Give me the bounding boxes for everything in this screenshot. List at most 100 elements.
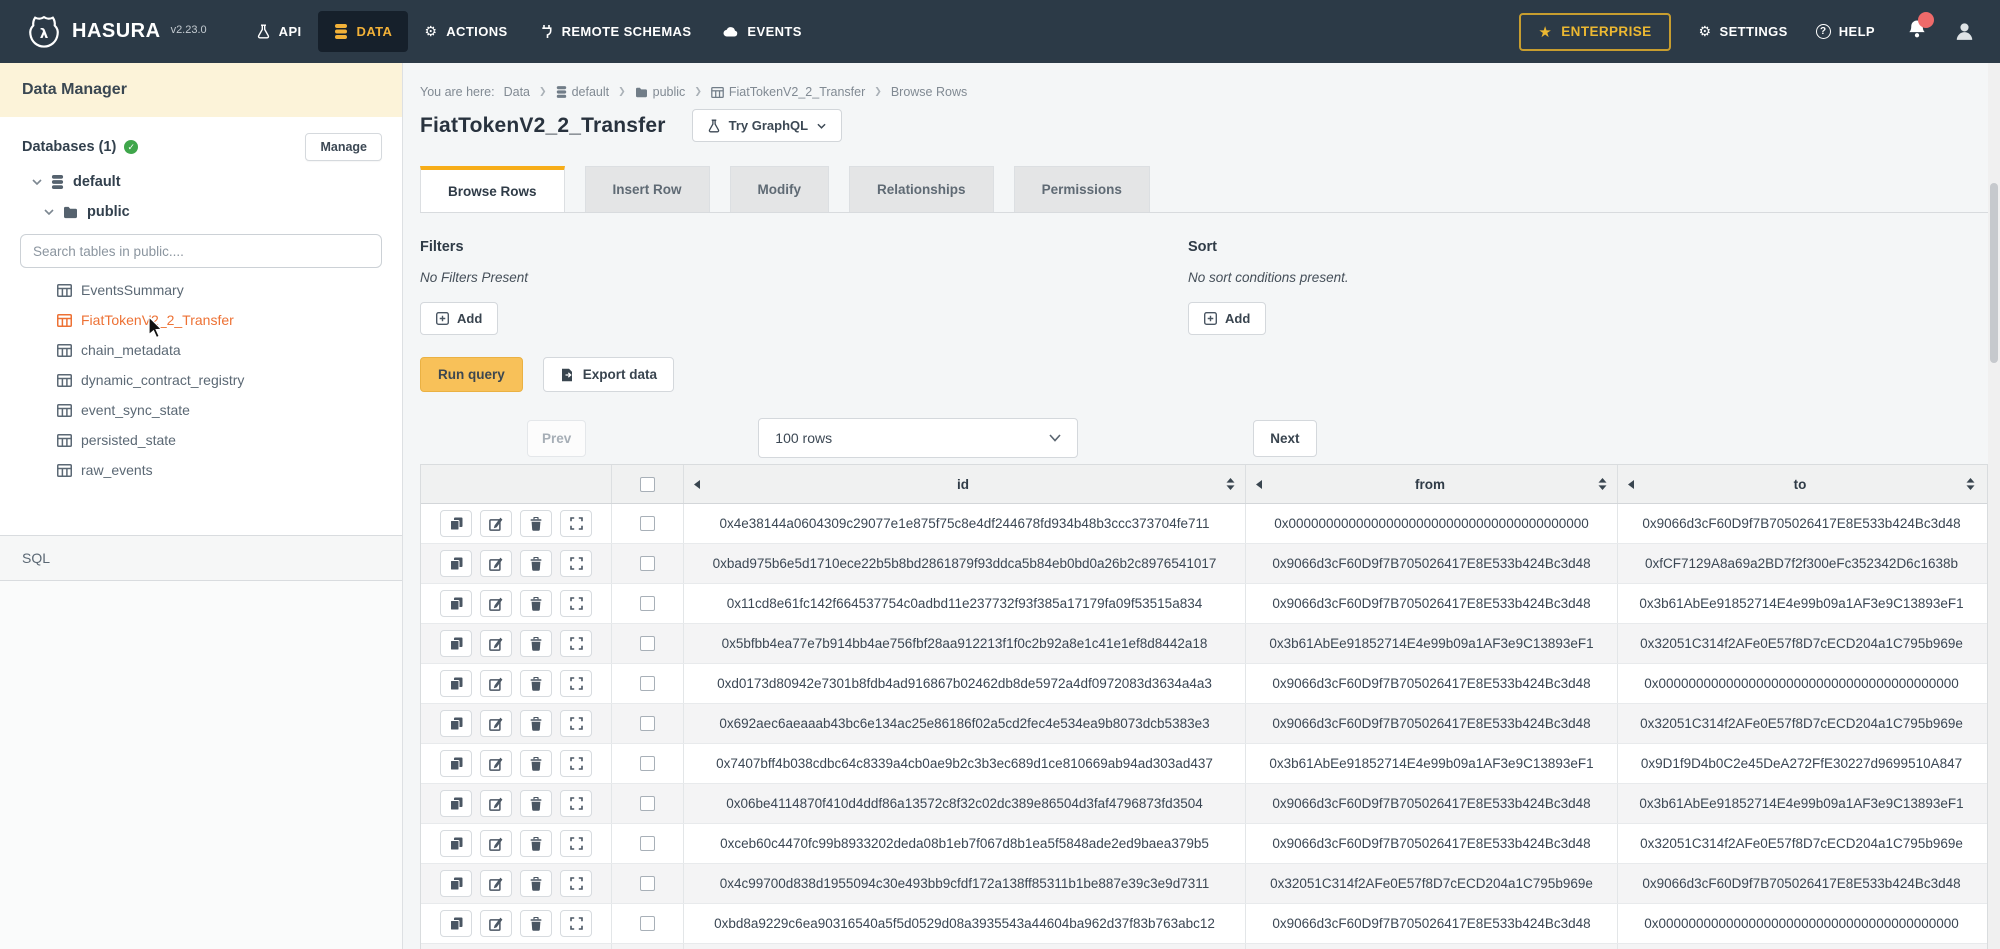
nav-item-api[interactable]: API	[241, 11, 318, 52]
row-checkbox[interactable]	[640, 676, 655, 691]
clone-row-button[interactable]	[440, 670, 472, 697]
delete-row-button[interactable]	[520, 670, 552, 697]
row-checkbox[interactable]	[640, 796, 655, 811]
breadcrumb-table[interactable]: FiatTokenV2_2_Transfer	[711, 85, 865, 99]
scrollbar-thumb[interactable]	[1990, 183, 1998, 363]
clone-row-button[interactable]	[440, 870, 472, 897]
edit-row-button[interactable]	[480, 710, 512, 737]
delete-row-button[interactable]	[520, 710, 552, 737]
expand-row-button[interactable]	[560, 910, 592, 937]
edit-row-button[interactable]	[480, 910, 512, 937]
sidebar-table-item[interactable]: FiatTokenV2_2_Transfer	[0, 305, 402, 335]
row-checkbox[interactable]	[640, 916, 655, 931]
next-page-button[interactable]: Next	[1253, 420, 1316, 457]
sidebar-table-item[interactable]: event_sync_state	[0, 395, 402, 425]
tab[interactable]: Modify	[730, 166, 830, 212]
add-sort-button[interactable]: Add	[1188, 302, 1266, 335]
chevron-down-icon[interactable]	[32, 179, 42, 185]
clone-row-button[interactable]	[440, 830, 472, 857]
edit-row-button[interactable]	[480, 790, 512, 817]
manage-button[interactable]: Manage	[305, 133, 382, 161]
edit-row-button[interactable]	[480, 670, 512, 697]
expand-row-button[interactable]	[560, 630, 592, 657]
sort-column-icon[interactable]	[1226, 478, 1235, 490]
clone-row-button[interactable]	[440, 710, 472, 737]
delete-row-button[interactable]	[520, 830, 552, 857]
tree-node-schema[interactable]: public	[0, 197, 402, 227]
tab[interactable]: Browse Rows	[420, 166, 565, 212]
sidebar-table-item[interactable]: dynamic_contract_registry	[0, 365, 402, 395]
edit-row-button[interactable]	[480, 750, 512, 777]
delete-row-button[interactable]	[520, 870, 552, 897]
settings-button[interactable]: ⚙ SETTINGS	[1699, 24, 1788, 39]
row-checkbox[interactable]	[640, 876, 655, 891]
edit-row-button[interactable]	[480, 830, 512, 857]
clone-row-button[interactable]	[440, 790, 472, 817]
notifications-button[interactable]	[1907, 19, 1927, 44]
export-data-button[interactable]: Export data	[543, 357, 674, 392]
breadcrumb-data[interactable]: Data	[504, 85, 530, 99]
clone-row-button[interactable]	[440, 590, 472, 617]
expand-row-button[interactable]	[560, 550, 592, 577]
row-checkbox[interactable]	[640, 756, 655, 771]
sort-column-icon[interactable]	[1966, 478, 1975, 490]
tab[interactable]: Permissions	[1014, 166, 1150, 212]
edit-row-button[interactable]	[480, 630, 512, 657]
nav-item-remote-schemas[interactable]: REMOTE SCHEMAS	[524, 11, 708, 52]
expand-row-button[interactable]	[560, 830, 592, 857]
clone-row-button[interactable]	[440, 550, 472, 577]
expand-row-button[interactable]	[560, 710, 592, 737]
delete-row-button[interactable]	[520, 590, 552, 617]
tab[interactable]: Insert Row	[585, 166, 710, 212]
delete-row-button[interactable]	[520, 790, 552, 817]
tree-node-database[interactable]: default	[0, 167, 402, 197]
clone-row-button[interactable]	[440, 750, 472, 777]
delete-row-button[interactable]	[520, 630, 552, 657]
try-graphql-button[interactable]: Try GraphQL	[692, 109, 842, 142]
clone-row-button[interactable]	[440, 910, 472, 937]
edit-row-button[interactable]	[480, 590, 512, 617]
sidebar-table-item[interactable]: chain_metadata	[0, 335, 402, 365]
row-checkbox[interactable]	[640, 636, 655, 651]
expand-row-button[interactable]	[560, 590, 592, 617]
hasura-logo[interactable]: λ HASURA v2.23.0	[26, 14, 207, 50]
vertical-scrollbar[interactable]	[1988, 63, 2000, 949]
breadcrumb-schema[interactable]: public	[635, 85, 686, 99]
chevron-down-icon[interactable]	[44, 209, 54, 215]
edit-row-button[interactable]	[480, 870, 512, 897]
sort-column-icon[interactable]	[1598, 478, 1607, 490]
nav-item-data[interactable]: DATA	[318, 11, 409, 52]
delete-row-button[interactable]	[520, 750, 552, 777]
nav-item-events[interactable]: EVENTS	[707, 11, 817, 52]
help-button[interactable]: ? HELP	[1816, 24, 1875, 39]
sidebar-table-item[interactable]: raw_events	[0, 455, 402, 485]
edit-row-button[interactable]	[480, 550, 512, 577]
sidebar-item-sql[interactable]: SQL	[0, 535, 402, 581]
add-filter-button[interactable]: Add	[420, 302, 498, 335]
breadcrumb-database[interactable]: default	[556, 85, 610, 99]
expand-row-button[interactable]	[560, 510, 592, 537]
row-checkbox[interactable]	[640, 596, 655, 611]
row-checkbox[interactable]	[640, 716, 655, 731]
row-checkbox[interactable]	[640, 836, 655, 851]
row-checkbox[interactable]	[640, 516, 655, 531]
delete-row-button[interactable]	[520, 910, 552, 937]
clone-row-button[interactable]	[440, 630, 472, 657]
delete-row-button[interactable]	[520, 510, 552, 537]
expand-row-button[interactable]	[560, 870, 592, 897]
select-all-checkbox[interactable]	[640, 477, 655, 492]
expand-row-button[interactable]	[560, 670, 592, 697]
delete-row-button[interactable]	[520, 550, 552, 577]
row-checkbox[interactable]	[640, 556, 655, 571]
page-size-select[interactable]: 100 rows	[758, 418, 1078, 458]
user-menu-button[interactable]	[1955, 22, 1974, 41]
prev-page-button[interactable]: Prev	[527, 420, 586, 457]
expand-row-button[interactable]	[560, 750, 592, 777]
expand-row-button[interactable]	[560, 790, 592, 817]
enterprise-button[interactable]: ★ ENTERPRISE	[1519, 13, 1670, 51]
nav-item-actions[interactable]: ⚙ ACTIONS	[408, 11, 523, 52]
run-query-button[interactable]: Run query	[420, 357, 523, 392]
tab[interactable]: Relationships	[849, 166, 994, 212]
sidebar-table-item[interactable]: persisted_state	[0, 425, 402, 455]
sidebar-table-item[interactable]: EventsSummary	[0, 275, 402, 305]
